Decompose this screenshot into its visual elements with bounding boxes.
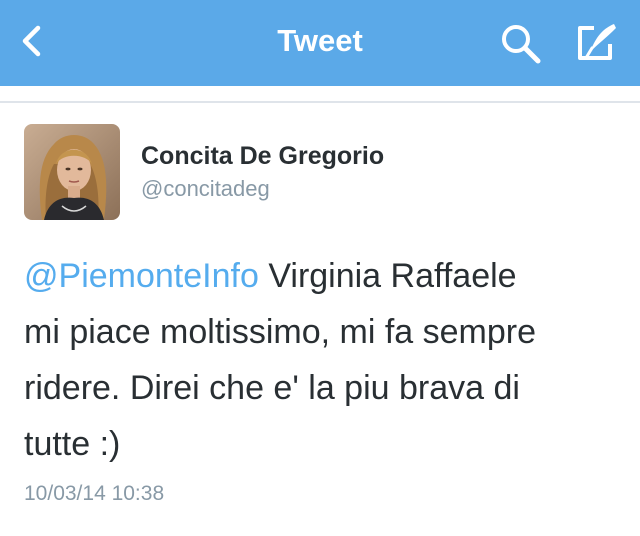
compose-tweet-button[interactable] xyxy=(572,18,622,66)
tweet-detail-screen: Tweet Concita De Gregorio @concitadeg @P… xyxy=(0,0,640,536)
tweet-text-line-4: tutte :) xyxy=(24,425,121,463)
back-button[interactable] xyxy=(12,20,52,64)
compose-tweet-icon xyxy=(578,24,616,60)
avatar[interactable] xyxy=(24,124,120,220)
tweet-text-line-2: mi piace moltissimo, mi fa sempre xyxy=(24,313,537,351)
search-button[interactable] xyxy=(496,20,546,66)
navigation-bar: Tweet xyxy=(0,0,640,86)
tweet-text-line-3: ridere. Direi che e' la piu brava di xyxy=(24,369,520,407)
tweet-text: @PiemonteInfo Virginia Raffaele mi piace … xyxy=(24,248,624,472)
chevron-left-icon xyxy=(22,25,41,57)
search-icon xyxy=(502,25,541,64)
profile-photo xyxy=(24,124,120,220)
mention-link[interactable]: @PiemonteInfo xyxy=(24,257,259,295)
author-handle[interactable]: @concitadeg xyxy=(141,176,270,202)
tweet-timestamp: 10/03/14 10:38 xyxy=(24,482,165,505)
author-display-name[interactable]: Concita De Gregorio xyxy=(141,142,384,171)
tweet-text-line-1: Virginia Raffaele xyxy=(258,257,517,295)
header-divider xyxy=(0,101,640,103)
